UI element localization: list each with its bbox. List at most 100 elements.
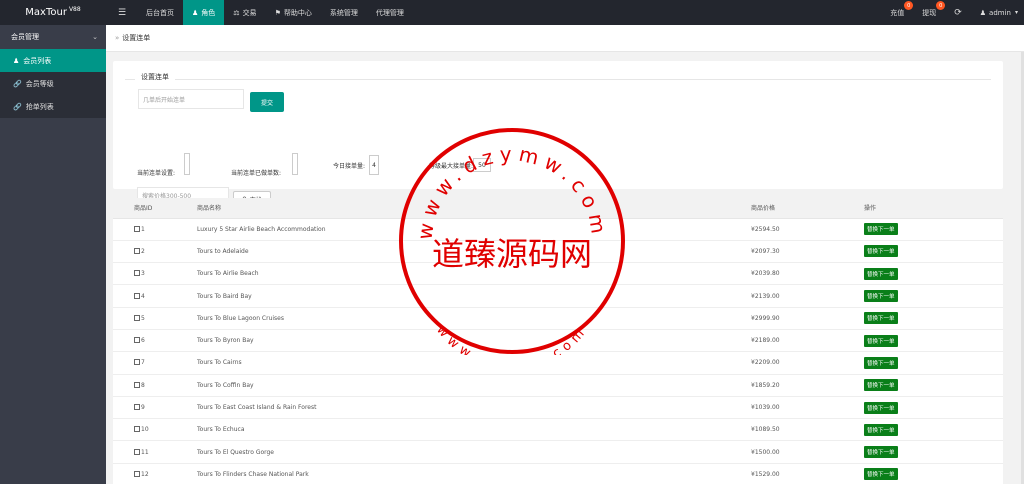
chevron-down-icon: ▾ bbox=[1014, 9, 1018, 16]
replace-next-button[interactable]: 替换下一单 bbox=[864, 267, 898, 280]
replace-next-button[interactable]: 替换下一单 bbox=[864, 423, 898, 436]
table-row[interactable]: 7 Tours To Cairns ¥2209.00 替换下一单 bbox=[113, 351, 1003, 375]
level-max-value[interactable]: 50 bbox=[473, 158, 491, 172]
nav-role[interactable]: ♟ 角色 bbox=[183, 0, 225, 25]
product-name: Tours To Coffin Bay bbox=[197, 374, 751, 397]
today-count-value[interactable]: 4 bbox=[369, 155, 379, 175]
table-row[interactable]: 3 Tours To Airlie Beach ¥2039.80 替换下一单 bbox=[113, 262, 1003, 286]
row-checkbox[interactable] bbox=[134, 337, 140, 344]
product-price: ¥2039.80 bbox=[751, 262, 864, 286]
cell-action: 替换下一单 bbox=[864, 418, 1003, 442]
product-id: 2 bbox=[141, 247, 145, 255]
nav-help[interactable]: ⚑ 帮助中心 bbox=[266, 0, 321, 25]
sidebar-item-label: 抢单列表 bbox=[25, 102, 54, 111]
table-row[interactable]: 11 Tours To El Questro Gorge ¥1500.00 替换下一单 bbox=[113, 440, 1003, 464]
row-checkbox[interactable] bbox=[134, 359, 140, 366]
row-checkbox[interactable] bbox=[134, 404, 140, 411]
row-checkbox[interactable] bbox=[134, 225, 140, 232]
nav-label: 帮助中心 bbox=[283, 8, 312, 17]
cell-id: 10 bbox=[113, 418, 197, 442]
cell-action: 替换下一单 bbox=[864, 463, 1003, 484]
sidebar-item-label: 会员列表 bbox=[23, 56, 52, 65]
breadcrumb-current: 设置连单 bbox=[122, 34, 151, 42]
current-setting-label: 当前连单设置: bbox=[137, 170, 176, 177]
cell-id: 11 bbox=[113, 440, 197, 464]
current-setting-value[interactable] bbox=[184, 153, 190, 175]
row-checkbox[interactable] bbox=[134, 470, 140, 477]
nav-label: 角色 bbox=[201, 8, 216, 17]
table-row[interactable]: 1 Luxury 5 Star Airlie Beach Accommodatio… bbox=[113, 218, 1003, 241]
cell-action: 替换下一单 bbox=[864, 307, 1003, 330]
table-row[interactable]: 9 Tours To East Coast Island & Rain Fores… bbox=[113, 396, 1003, 420]
table-row[interactable]: 2 Tours to Adelaide ¥2097.30 替换下一单 bbox=[113, 240, 1003, 264]
replace-next-button[interactable]: 替换下一单 bbox=[864, 334, 898, 347]
product-id: 9 bbox=[141, 404, 145, 412]
replace-next-button[interactable]: 替换下一单 bbox=[864, 401, 898, 414]
submit-button[interactable]: 提交 bbox=[250, 92, 284, 112]
nav-home[interactable]: 后台首页 bbox=[137, 0, 183, 25]
nav-agent[interactable]: 代理管理 bbox=[367, 0, 413, 25]
double-chevron-icon: » bbox=[115, 34, 120, 42]
done-count-value[interactable] bbox=[292, 153, 298, 175]
header-actions: 充值 0 提现 0 ⟳ ♟ admin ▾ bbox=[881, 0, 1024, 25]
row-checkbox[interactable] bbox=[134, 314, 140, 321]
table-row[interactable]: 5 Tours To Blue Lagoon Cruises ¥2999.90 替换下… bbox=[113, 307, 1003, 330]
today-count-label: 今日接单量: bbox=[333, 163, 366, 170]
cell-action: 替换下一单 bbox=[864, 240, 1003, 264]
table-header-row: 商品ID 商品名称 商品价格 操作 bbox=[113, 198, 1003, 219]
cell-action: 替换下一单 bbox=[864, 351, 1003, 375]
nav-system[interactable]: 系统管理 bbox=[321, 0, 367, 25]
sidebar-item-order-list[interactable]: 🔗 抢单列表 bbox=[0, 95, 106, 118]
table-row[interactable]: 4 Tours To Baird Bay ¥2139.00 替换下一单 bbox=[113, 284, 1003, 308]
product-name: Tours To Baird Bay bbox=[197, 284, 751, 308]
product-id: 11 bbox=[141, 448, 149, 456]
product-price: ¥1039.00 bbox=[751, 396, 864, 420]
user-menu[interactable]: ♟ admin ▾ bbox=[971, 0, 1024, 25]
product-name: Tours To Airlie Beach bbox=[197, 262, 751, 286]
sidebar-item-member-level[interactable]: 🔗 会员等级 bbox=[0, 72, 106, 95]
scale-icon: ⚖ bbox=[233, 8, 240, 17]
product-name: Tours To Cairns bbox=[197, 351, 751, 375]
cell-action: 替换下一单 bbox=[864, 374, 1003, 397]
replace-next-button[interactable]: 替换下一单 bbox=[864, 446, 898, 459]
product-name: Tours To Echuca bbox=[197, 418, 751, 442]
replace-next-button[interactable]: 替换下一单 bbox=[864, 312, 898, 325]
row-checkbox[interactable] bbox=[134, 426, 140, 433]
row-checkbox[interactable] bbox=[134, 292, 140, 299]
user-icon: ♟ bbox=[13, 56, 20, 65]
table-row[interactable]: 6 Tours To Byron Bay ¥2189.00 替换下一单 bbox=[113, 329, 1003, 353]
table-row[interactable]: 10 Tours To Echuca ¥1089.50 替换下一单 bbox=[113, 418, 1003, 442]
row-checkbox[interactable] bbox=[134, 381, 140, 388]
nav-trade[interactable]: ⚖ 交易 bbox=[224, 0, 265, 25]
row-checkbox[interactable] bbox=[134, 270, 140, 277]
cell-id: 2 bbox=[113, 240, 197, 264]
refresh-icon[interactable]: ⟳ bbox=[945, 0, 971, 25]
replace-next-button[interactable]: 替换下一单 bbox=[864, 356, 898, 369]
row-checkbox[interactable] bbox=[134, 448, 140, 455]
replace-next-button[interactable]: 替换下一单 bbox=[864, 290, 898, 303]
recharge-button[interactable]: 充值 0 bbox=[881, 0, 914, 25]
row-checkbox[interactable] bbox=[134, 247, 140, 254]
breadcrumb: » 设置连单 bbox=[106, 25, 1024, 52]
withdraw-button[interactable]: 提现 0 bbox=[913, 0, 946, 25]
replace-next-button[interactable]: 替换下一单 bbox=[864, 468, 898, 481]
product-id: 12 bbox=[141, 470, 149, 478]
table-row[interactable]: 12 Tours To Flinders Chase National Park ¥… bbox=[113, 463, 1003, 484]
menu-toggle-icon[interactable]: ☰ bbox=[114, 0, 130, 25]
sidebar-item-member-list[interactable]: ♟ 会员列表 bbox=[0, 49, 106, 72]
sidebar-group-members[interactable]: 会员管理 ⌄ bbox=[0, 25, 106, 49]
withdraw-badge: 0 bbox=[936, 1, 946, 10]
start-after-input[interactable]: 几单后开始连单 bbox=[138, 89, 244, 109]
chevron-up-icon: ⌄ bbox=[92, 33, 98, 41]
cell-id: 4 bbox=[113, 284, 197, 308]
replace-next-button[interactable]: 替换下一单 bbox=[864, 223, 898, 236]
product-price: ¥1859.20 bbox=[751, 374, 864, 397]
product-name: Luxury 5 Star Airlie Beach Accommodation bbox=[197, 218, 751, 241]
logo[interactable]: MaxTour V88 bbox=[0, 0, 106, 25]
fieldset-legend: 设置连单 bbox=[135, 72, 175, 82]
replace-next-button[interactable]: 替换下一单 bbox=[864, 245, 898, 258]
link-icon: 🔗 bbox=[13, 102, 22, 111]
table-row[interactable]: 8 Tours To Coffin Bay ¥1859.20 替换下一单 bbox=[113, 374, 1003, 397]
replace-next-button[interactable]: 替换下一单 bbox=[864, 379, 898, 392]
nav-label: 后台首页 bbox=[146, 8, 174, 17]
